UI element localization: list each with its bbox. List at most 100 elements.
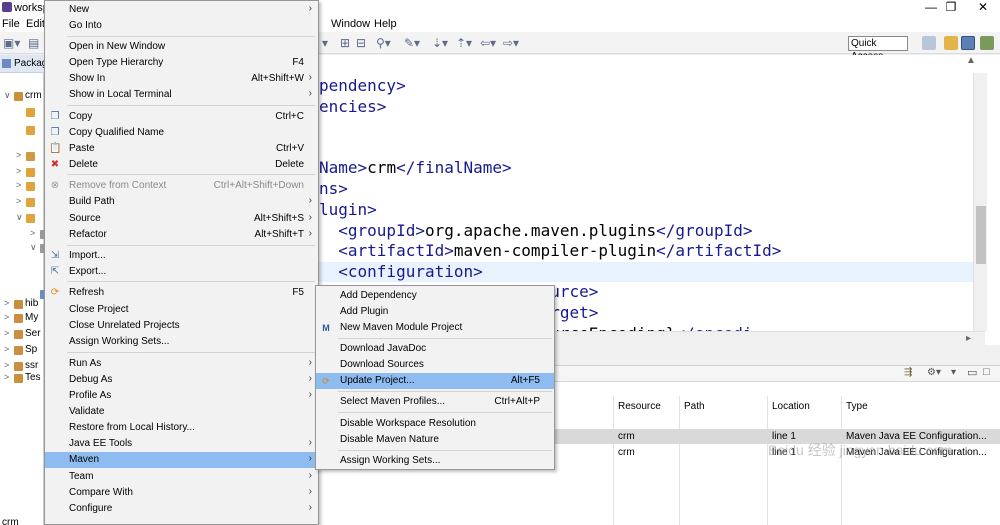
tree-item[interactable]: > — [0, 228, 44, 242]
menu-item-build-path[interactable]: Build Path › — [45, 194, 318, 210]
tree-item[interactable]: ∨ crm — [0, 90, 44, 104]
menu-item-debug-as[interactable]: Debug As › — [45, 372, 318, 388]
menu-item-open-in-new-window[interactable]: Open in New Window — [45, 39, 318, 55]
menu-item-team[interactable]: Team › — [45, 469, 318, 485]
back-icon[interactable]: ⇦▾ — [480, 36, 496, 50]
view-menu-icon[interactable]: ▾ — [951, 367, 956, 378]
menu-item-close-project[interactable]: Close Project — [45, 302, 318, 318]
menu-item-new[interactable]: New › — [45, 2, 318, 18]
expand-toggle-icon[interactable]: > — [4, 298, 12, 308]
column-header-path[interactable]: Path — [684, 401, 705, 412]
code-line[interactable]: Name>crm</finalName> — [319, 158, 512, 178]
expand-toggle-icon[interactable]: > — [30, 228, 38, 238]
tab-package-explorer[interactable]: Packag — [0, 55, 44, 73]
menu-item-open-type-hierarchy[interactable]: Open Type Hierarchy F4 — [45, 55, 318, 71]
run-icon[interactable]: ▾ — [322, 36, 328, 50]
column-header-location[interactable]: Location — [772, 401, 810, 412]
menu-item-assign-working-sets[interactable]: Assign Working Sets... — [45, 334, 318, 350]
code-line[interactable]: <groupId>org.apache.maven.plugins</group… — [319, 221, 752, 241]
open-perspective-icon[interactable] — [922, 36, 936, 50]
menu-item-copy[interactable]: ❐ Copy Ctrl+C — [45, 109, 318, 125]
maven-item-update-project[interactable]: ⟳ Update Project... Alt+F5 — [316, 373, 554, 389]
maven-item-new-maven-module-project[interactable]: M New Maven Module Project — [316, 320, 554, 336]
menu-window[interactable]: Window — [331, 18, 370, 30]
java-ee-perspective-icon[interactable] — [944, 36, 958, 50]
menu-item-profile-as[interactable]: Profile As › — [45, 388, 318, 404]
tree-item[interactable] — [0, 106, 44, 120]
maven-item-disable-maven-nature[interactable]: Disable Maven Nature — [316, 432, 554, 448]
menu-item-maven[interactable]: Maven › — [45, 452, 318, 468]
debug-perspective-icon[interactable] — [980, 36, 994, 50]
quick-access-field[interactable]: Quick Access — [848, 36, 908, 62]
maven-item-add-plugin[interactable]: Add Plugin — [316, 304, 554, 320]
next-annotation-icon[interactable]: ⇣▾ — [432, 36, 448, 50]
expand-toggle-icon[interactable]: > — [16, 180, 24, 190]
menu-item-source[interactable]: Source Alt+Shift+S › — [45, 211, 318, 227]
minimize-view-icon[interactable]: ▭ — [967, 366, 977, 379]
menu-item-delete[interactable]: ✖ Delete Delete — [45, 157, 318, 173]
menu-edit[interactable]: Edit — [26, 18, 45, 30]
expand-toggle-icon[interactable]: > — [4, 312, 12, 322]
tree-item[interactable]: ∨ — [0, 242, 44, 256]
filter-icon[interactable]: ⚙▾ — [927, 367, 941, 378]
menu-item-restore-from-local-history[interactable]: Restore from Local History... — [45, 420, 318, 436]
code-line[interactable]: encies> — [319, 97, 386, 117]
menu-item-show-in-local-terminal[interactable]: Show in Local Terminal › — [45, 87, 318, 103]
menu-help[interactable]: Help — [374, 18, 397, 30]
maven-item-download-sources[interactable]: Download Sources — [316, 357, 554, 373]
tree-item[interactable]: > — [0, 166, 44, 180]
scroll-right-icon[interactable]: ▸ — [966, 333, 971, 344]
code-line[interactable]: lugin> — [319, 200, 377, 220]
expand-toggle-icon[interactable]: > — [4, 360, 12, 370]
menu-item-close-unrelated-projects[interactable]: Close Unrelated Projects — [45, 318, 318, 334]
tree-item[interactable]: > Ser — [0, 328, 44, 342]
menu-file[interactable]: File — [2, 18, 20, 30]
maven-item-disable-workspace-resolution[interactable]: Disable Workspace Resolution — [316, 416, 554, 432]
maven-item-select-maven-profiles[interactable]: Select Maven Profiles... Ctrl+Alt+P — [316, 394, 554, 410]
tree-item[interactable]: > Tes — [0, 372, 44, 386]
scrollbar-thumb[interactable] — [976, 206, 986, 264]
code-line[interactable]: ns> — [319, 179, 348, 199]
expand-toggle-icon[interactable]: > — [4, 372, 12, 382]
menu-item-configure[interactable]: Configure › — [45, 501, 318, 517]
forward-icon[interactable]: ⇨▾ — [503, 36, 519, 50]
tree-item[interactable]: > Sp — [0, 344, 44, 358]
close-window-button[interactable]: ✕ — [960, 0, 1000, 16]
save-icon[interactable]: ▤ — [28, 36, 39, 50]
column-header-type[interactable]: Type — [846, 401, 868, 412]
editor-vertical-scrollbar[interactable] — [973, 73, 987, 331]
menu-item-paste[interactable]: 📋 Paste Ctrl+V — [45, 141, 318, 157]
maven-item-assign-working-sets[interactable]: Assign Working Sets... — [316, 453, 554, 469]
maven-item-download-javadoc[interactable]: Download JavaDoc — [316, 341, 554, 357]
tree-item[interactable]: > — [0, 196, 44, 210]
expand-toggle-icon[interactable]: ∨ — [16, 212, 24, 223]
scroll-up-icon[interactable]: ▲ — [966, 55, 976, 66]
maven-item-add-dependency[interactable]: Add Dependency — [316, 288, 554, 304]
maximize-view-icon[interactable]: □ — [983, 366, 990, 378]
menu-item-show-in[interactable]: Show In Alt+Shift+W › — [45, 71, 318, 87]
code-line[interactable]: pendency> — [319, 76, 406, 96]
menu-item-export[interactable]: ⇱ Export... — [45, 264, 318, 280]
expand-toggle-icon[interactable]: ∨ — [30, 242, 38, 253]
menu-item-run-as[interactable]: Run As › — [45, 356, 318, 372]
menu-item-remove-from-context[interactable]: ⊗ Remove from Context Ctrl+Alt+Shift+Down — [45, 178, 318, 194]
tree-item[interactable]: ∨ — [0, 212, 44, 226]
annotation-icon[interactable]: ✎▾ — [404, 36, 420, 50]
tree-item[interactable]: > — [0, 180, 44, 194]
focus-icon[interactable]: ⇶ — [904, 367, 912, 378]
prev-annotation-icon[interactable]: ⇡▾ — [456, 36, 472, 50]
tree-item[interactable] — [0, 124, 44, 138]
tree-item[interactable]: > — [0, 150, 44, 164]
open-task-icon[interactable]: ⊟ — [356, 36, 366, 50]
menu-item-copy-qualified-name[interactable]: ❐ Copy Qualified Name — [45, 125, 318, 141]
menu-item-refresh[interactable]: ⟳ Refresh F5 — [45, 285, 318, 301]
new-icon[interactable]: ▣▾ — [3, 36, 20, 50]
menu-item-java-ee-tools[interactable]: Java EE Tools › — [45, 436, 318, 452]
search-icon[interactable]: ⚲▾ — [376, 36, 391, 50]
menu-item-go-into[interactable]: Go Into — [45, 18, 318, 34]
expand-toggle-icon[interactable]: ∨ — [4, 90, 12, 101]
java-perspective-icon[interactable] — [961, 36, 975, 50]
code-line[interactable]: <configuration> — [319, 262, 976, 282]
menu-item-import[interactable]: ⇲ Import... — [45, 248, 318, 264]
menu-item-refactor[interactable]: Refactor Alt+Shift+T › — [45, 227, 318, 243]
